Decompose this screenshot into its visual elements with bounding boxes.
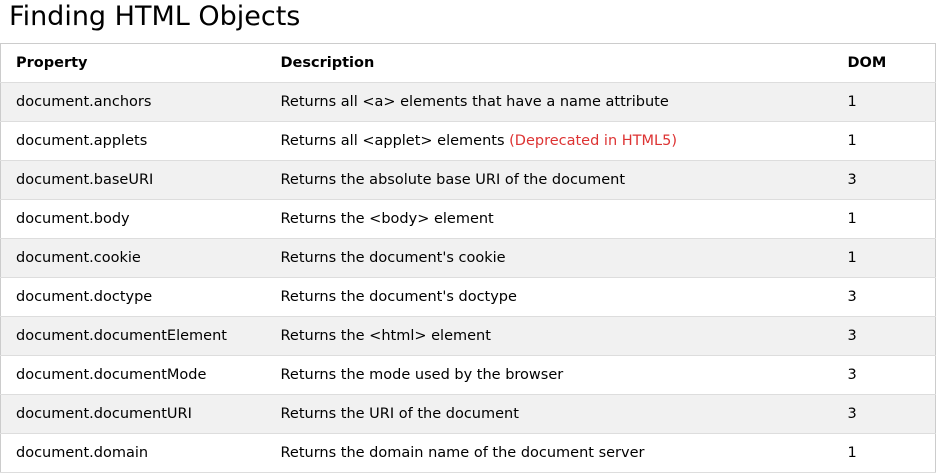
table-header-row: Property Description DOM bbox=[0, 43, 936, 83]
table-row: document.cookie Returns the document's c… bbox=[0, 238, 936, 278]
header-dom: DOM bbox=[832, 43, 936, 83]
dom-cell: 1 bbox=[832, 82, 936, 122]
description-text: Returns the absolute base URI of the doc… bbox=[280, 172, 626, 188]
description-cell: Returns the <html> element bbox=[265, 316, 833, 356]
description-text: Returns the mode used by the browser bbox=[280, 367, 564, 383]
dom-cell: 3 bbox=[832, 160, 936, 200]
description-cell: Returns the document's doctype bbox=[265, 277, 833, 317]
description-text: Returns the <body> element bbox=[280, 211, 494, 227]
table-row: document.body Returns the <body> element… bbox=[0, 199, 936, 239]
page-title: Finding HTML Objects bbox=[9, 1, 301, 32]
property-cell: document.domain bbox=[0, 433, 266, 473]
property-cell: document.documentURI bbox=[0, 394, 266, 434]
dom-cell: 1 bbox=[832, 121, 936, 161]
property-cell: document.documentMode bbox=[0, 355, 266, 395]
table-row: document.documentMode Returns the mode u… bbox=[0, 355, 936, 395]
description-cell: Returns the URI of the document bbox=[265, 394, 833, 434]
property-cell: document.baseURI bbox=[0, 160, 266, 200]
dom-cell: 3 bbox=[832, 355, 936, 395]
property-cell: document.cookie bbox=[0, 238, 266, 278]
description-cell: Returns the <body> element bbox=[265, 199, 833, 239]
header-property: Property bbox=[0, 43, 266, 83]
dom-cell: 3 bbox=[832, 277, 936, 317]
property-cell: document.doctype bbox=[0, 277, 266, 317]
dom-cell: 3 bbox=[832, 316, 936, 356]
description-text: Returns the document's doctype bbox=[280, 289, 517, 305]
description-text: Returns the document's cookie bbox=[280, 250, 506, 266]
table-row: document.documentElement Returns the <ht… bbox=[0, 316, 936, 356]
table-row: document.documentURI Returns the URI of … bbox=[0, 394, 936, 434]
description-cell: Returns all <a> elements that have a nam… bbox=[265, 82, 833, 122]
description-cell: Returns the mode used by the browser bbox=[265, 355, 833, 395]
property-cell: document.applets bbox=[0, 121, 266, 161]
dom-cell: 1 bbox=[832, 199, 936, 239]
description-cell: Returns the domain name of the document … bbox=[265, 433, 833, 473]
description-text: Returns the domain name of the document … bbox=[280, 445, 645, 461]
dom-cell: 1 bbox=[832, 433, 936, 473]
table-row: document.doctype Returns the document's … bbox=[0, 277, 936, 317]
property-cell: document.anchors bbox=[0, 82, 266, 122]
description-text: Returns the URI of the document bbox=[280, 406, 519, 422]
description-cell: Returns all <applet> elements (Deprecate… bbox=[265, 121, 833, 161]
dom-cell: 1 bbox=[832, 238, 936, 278]
description-text: Returns all <a> elements that have a nam… bbox=[280, 94, 669, 110]
description-text: Returns the <html> element bbox=[280, 328, 491, 344]
dom-cell: 3 bbox=[832, 394, 936, 434]
header-description: Description bbox=[265, 43, 833, 83]
description-cell: Returns the absolute base URI of the doc… bbox=[265, 160, 833, 200]
description-cell: Returns the document's cookie bbox=[265, 238, 833, 278]
description-text: Returns all <applet> elements bbox=[280, 133, 510, 149]
deprecated-note: (Deprecated in HTML5) bbox=[509, 133, 677, 149]
table-row: document.applets Returns all <applet> el… bbox=[0, 121, 936, 161]
table-row: document.anchors Returns all <a> element… bbox=[0, 82, 936, 122]
table-row: document.domain Returns the domain name … bbox=[0, 433, 936, 473]
table-row: document.baseURI Returns the absolute ba… bbox=[0, 160, 936, 200]
property-table: Property Description DOM document.anchor… bbox=[0, 43, 936, 473]
property-cell: document.body bbox=[0, 199, 266, 239]
property-cell: document.documentElement bbox=[0, 316, 266, 356]
